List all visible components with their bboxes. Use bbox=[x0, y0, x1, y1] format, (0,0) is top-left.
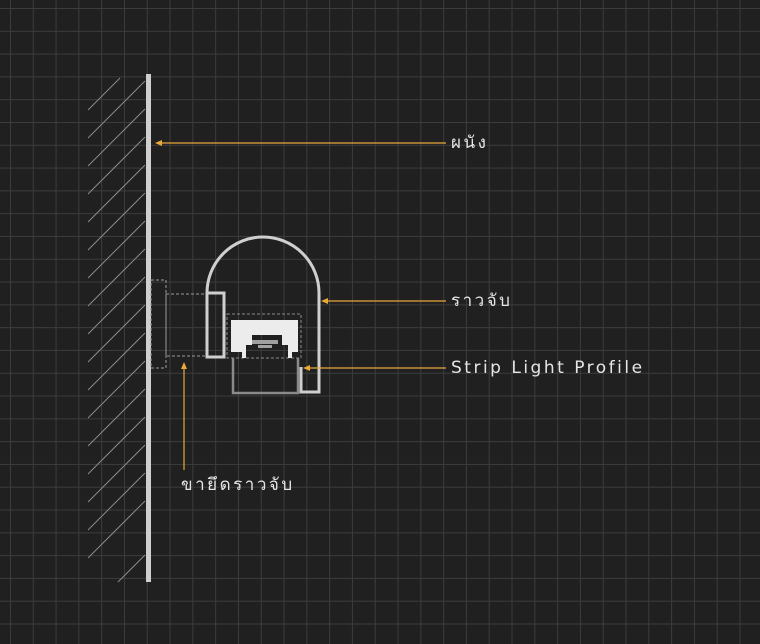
wall bbox=[146, 74, 151, 582]
label-strip-light-profile: Strip Light Profile bbox=[451, 358, 645, 378]
leader-profile bbox=[303, 365, 446, 371]
label-wall: ผนัง bbox=[451, 133, 488, 153]
label-rail: ราวจับ bbox=[451, 291, 512, 311]
leader-bracket bbox=[181, 362, 187, 470]
bracket bbox=[150, 279, 208, 369]
label-bracket: ขายึดราวจับ bbox=[181, 475, 295, 495]
leader-wall bbox=[155, 140, 446, 146]
strip-light-profile bbox=[226, 313, 302, 395]
wall-hatching bbox=[87, 77, 146, 583]
leader-rail bbox=[321, 298, 446, 304]
rail bbox=[205, 291, 226, 359]
handrail-section-diagram: ผนัง ราวจับ Strip Light Profile ขายึดราว… bbox=[87, 74, 645, 583]
